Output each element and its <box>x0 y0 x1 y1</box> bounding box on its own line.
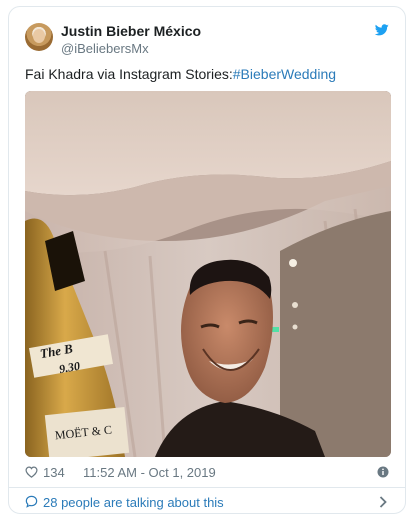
timestamp[interactable]: 11:52 AM - Oct 1, 2019 <box>83 465 216 480</box>
avatar-face <box>33 29 45 43</box>
tweet-photo[interactable]: The B 9.30 MOËT & C <box>25 91 391 457</box>
tweet-meta: 134 11:52 AM - Oct 1, 2019 <box>25 463 389 483</box>
tweet-header: Justin Bieber México @iBeliebersMx <box>9 7 405 59</box>
twitter-bird-icon[interactable] <box>375 24 389 36</box>
conversation-label[interactable]: 28 people are talking about this <box>43 495 224 510</box>
embedded-tweet-card: Justin Bieber México @iBeliebersMx Fai K… <box>8 6 406 514</box>
tweet-text: Fai Khadra via Instagram Stories:#Bieber… <box>25 65 389 83</box>
tweet-text-body: Fai Khadra via Instagram Stories: <box>25 66 233 82</box>
info-icon[interactable] <box>377 466 389 478</box>
conversation-link[interactable]: 28 people are talking about this <box>25 491 389 513</box>
avatar[interactable] <box>25 23 53 51</box>
divider <box>9 487 405 488</box>
chevron-right-icon[interactable] <box>379 496 387 508</box>
like-count[interactable]: 134 <box>43 465 65 480</box>
display-name[interactable]: Justin Bieber México <box>61 23 201 39</box>
hashtag-link[interactable]: #BieberWedding <box>233 66 336 82</box>
photo-illustration: The B 9.30 MOËT & C <box>25 91 391 457</box>
speech-bubble-icon <box>25 495 38 508</box>
heart-icon[interactable] <box>25 466 38 478</box>
user-handle[interactable]: @iBeliebersMx <box>61 41 149 56</box>
